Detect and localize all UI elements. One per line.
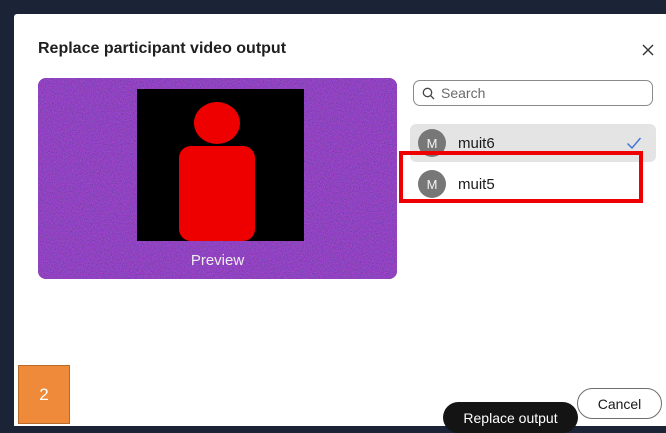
- search-icon: [422, 87, 435, 99]
- search-field[interactable]: [413, 80, 653, 106]
- replace-output-dialog: Replace participant video output Preview: [14, 14, 666, 433]
- replace-output-button[interactable]: Replace output: [443, 402, 578, 433]
- checkmark-icon: [627, 137, 642, 150]
- video-preview: Preview: [38, 78, 397, 279]
- search-input[interactable]: [441, 85, 641, 101]
- preview-label: Preview: [190, 252, 245, 269]
- close-button[interactable]: [638, 40, 658, 60]
- step-number-badge: 2: [18, 365, 70, 424]
- annotation-highlight-box: [399, 151, 643, 203]
- backdrop: [0, 0, 666, 14]
- preview-background: [38, 78, 397, 279]
- close-icon: [642, 44, 654, 56]
- cancel-button[interactable]: Cancel: [577, 388, 662, 419]
- backdrop-side: [0, 0, 14, 426]
- participant-name: muit6: [458, 134, 495, 152]
- dialog-title: Replace participant video output: [38, 40, 287, 57]
